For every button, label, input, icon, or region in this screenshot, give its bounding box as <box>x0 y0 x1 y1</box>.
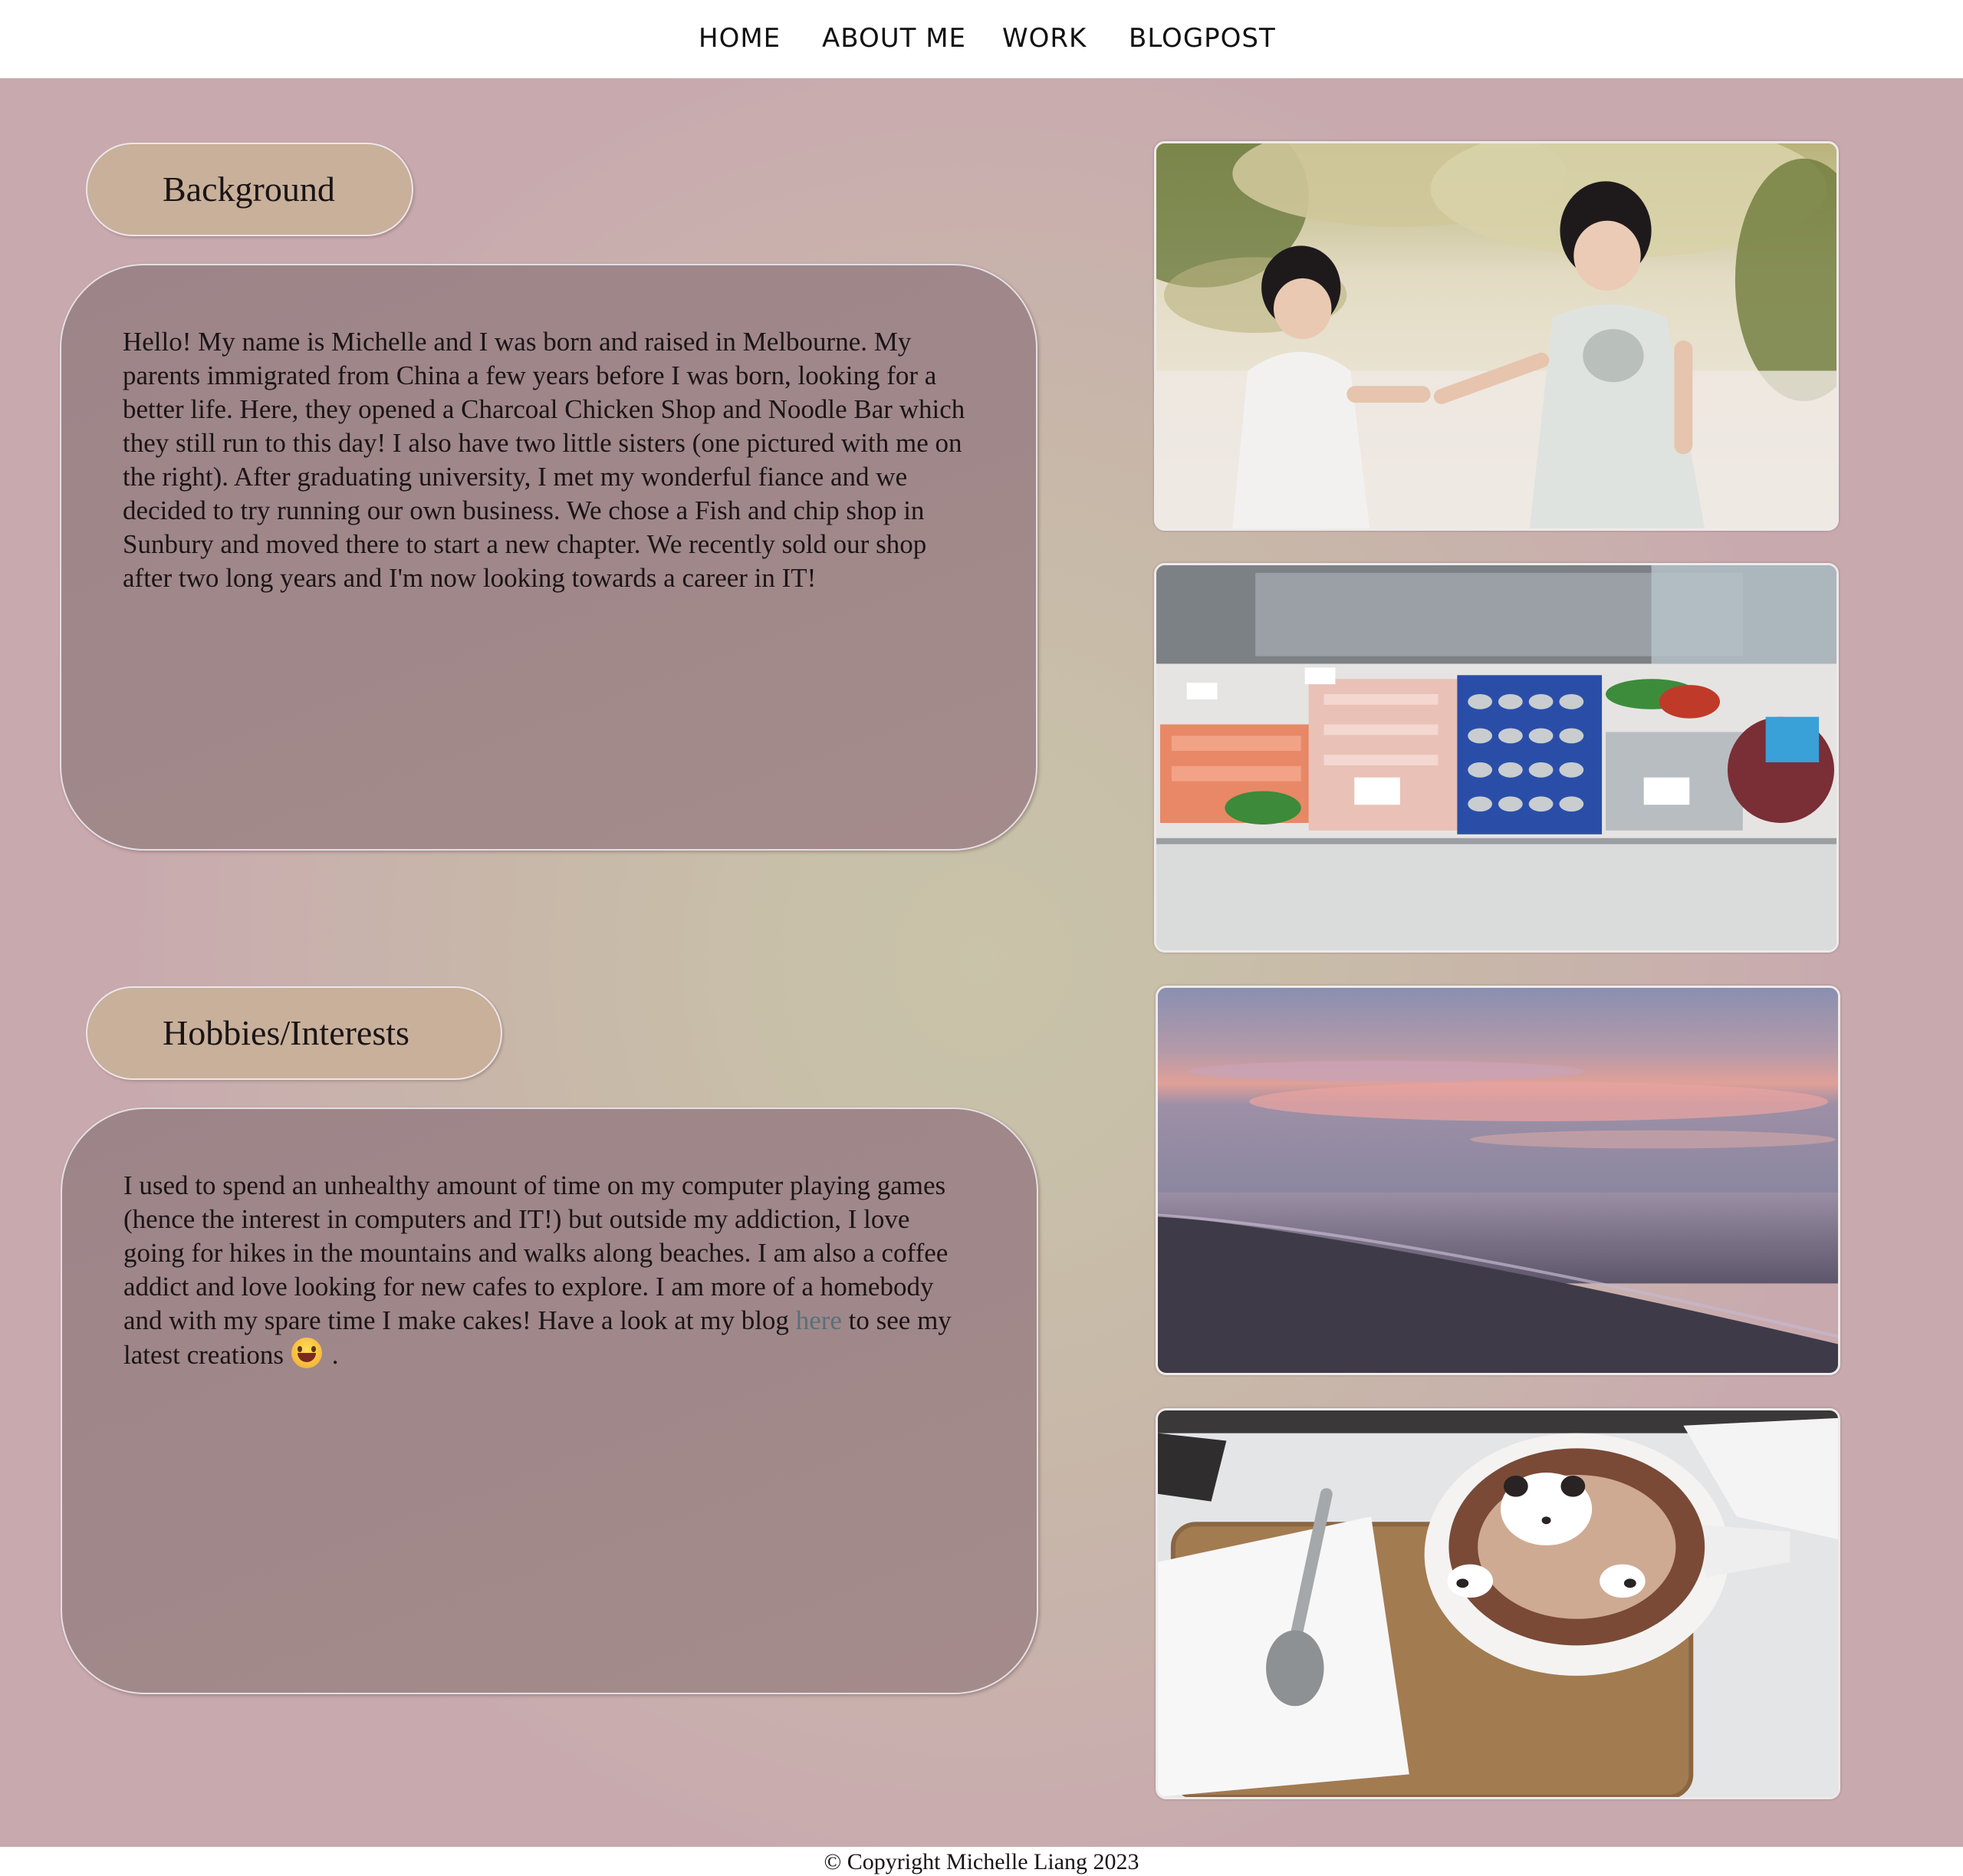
footer: © Copyright Michelle Liang 2023 <box>0 1847 1963 1876</box>
blog-here-link[interactable]: here <box>796 1305 842 1335</box>
beach-sunset-photo <box>1156 986 1840 1375</box>
sisters-photo <box>1154 141 1839 531</box>
hobbies-text-period: . <box>324 1340 339 1370</box>
hobbies-card: I used to spend an unhealthy amount of t… <box>61 1107 1038 1694</box>
nav-about-me-link[interactable]: ABOUT ME <box>822 23 966 54</box>
background-text: Hello! My name is Michelle and I was bor… <box>123 327 965 593</box>
nav-work-link[interactable]: WORK <box>1002 23 1087 54</box>
nav-home-link[interactable]: HOME <box>699 23 781 54</box>
nav-blogpost-link[interactable]: BLOGPOST <box>1129 23 1276 54</box>
bear-latte-photo <box>1156 1408 1840 1799</box>
hobbies-heading: Hobbies/Interests <box>86 986 502 1080</box>
copyright-text: © Copyright Michelle Liang 2023 <box>824 1849 1139 1874</box>
top-nav: HOME ABOUT ME WORK BLOGPOST <box>0 0 1963 78</box>
grinning-face-emoji-icon <box>291 1338 322 1368</box>
hobbies-text: I used to spend an unhealthy amount of t… <box>123 1169 975 1372</box>
background-heading: Background <box>86 143 413 236</box>
fish-shop-display-photo <box>1154 563 1839 953</box>
background-card: Hello! My name is Michelle and I was bor… <box>60 264 1037 851</box>
